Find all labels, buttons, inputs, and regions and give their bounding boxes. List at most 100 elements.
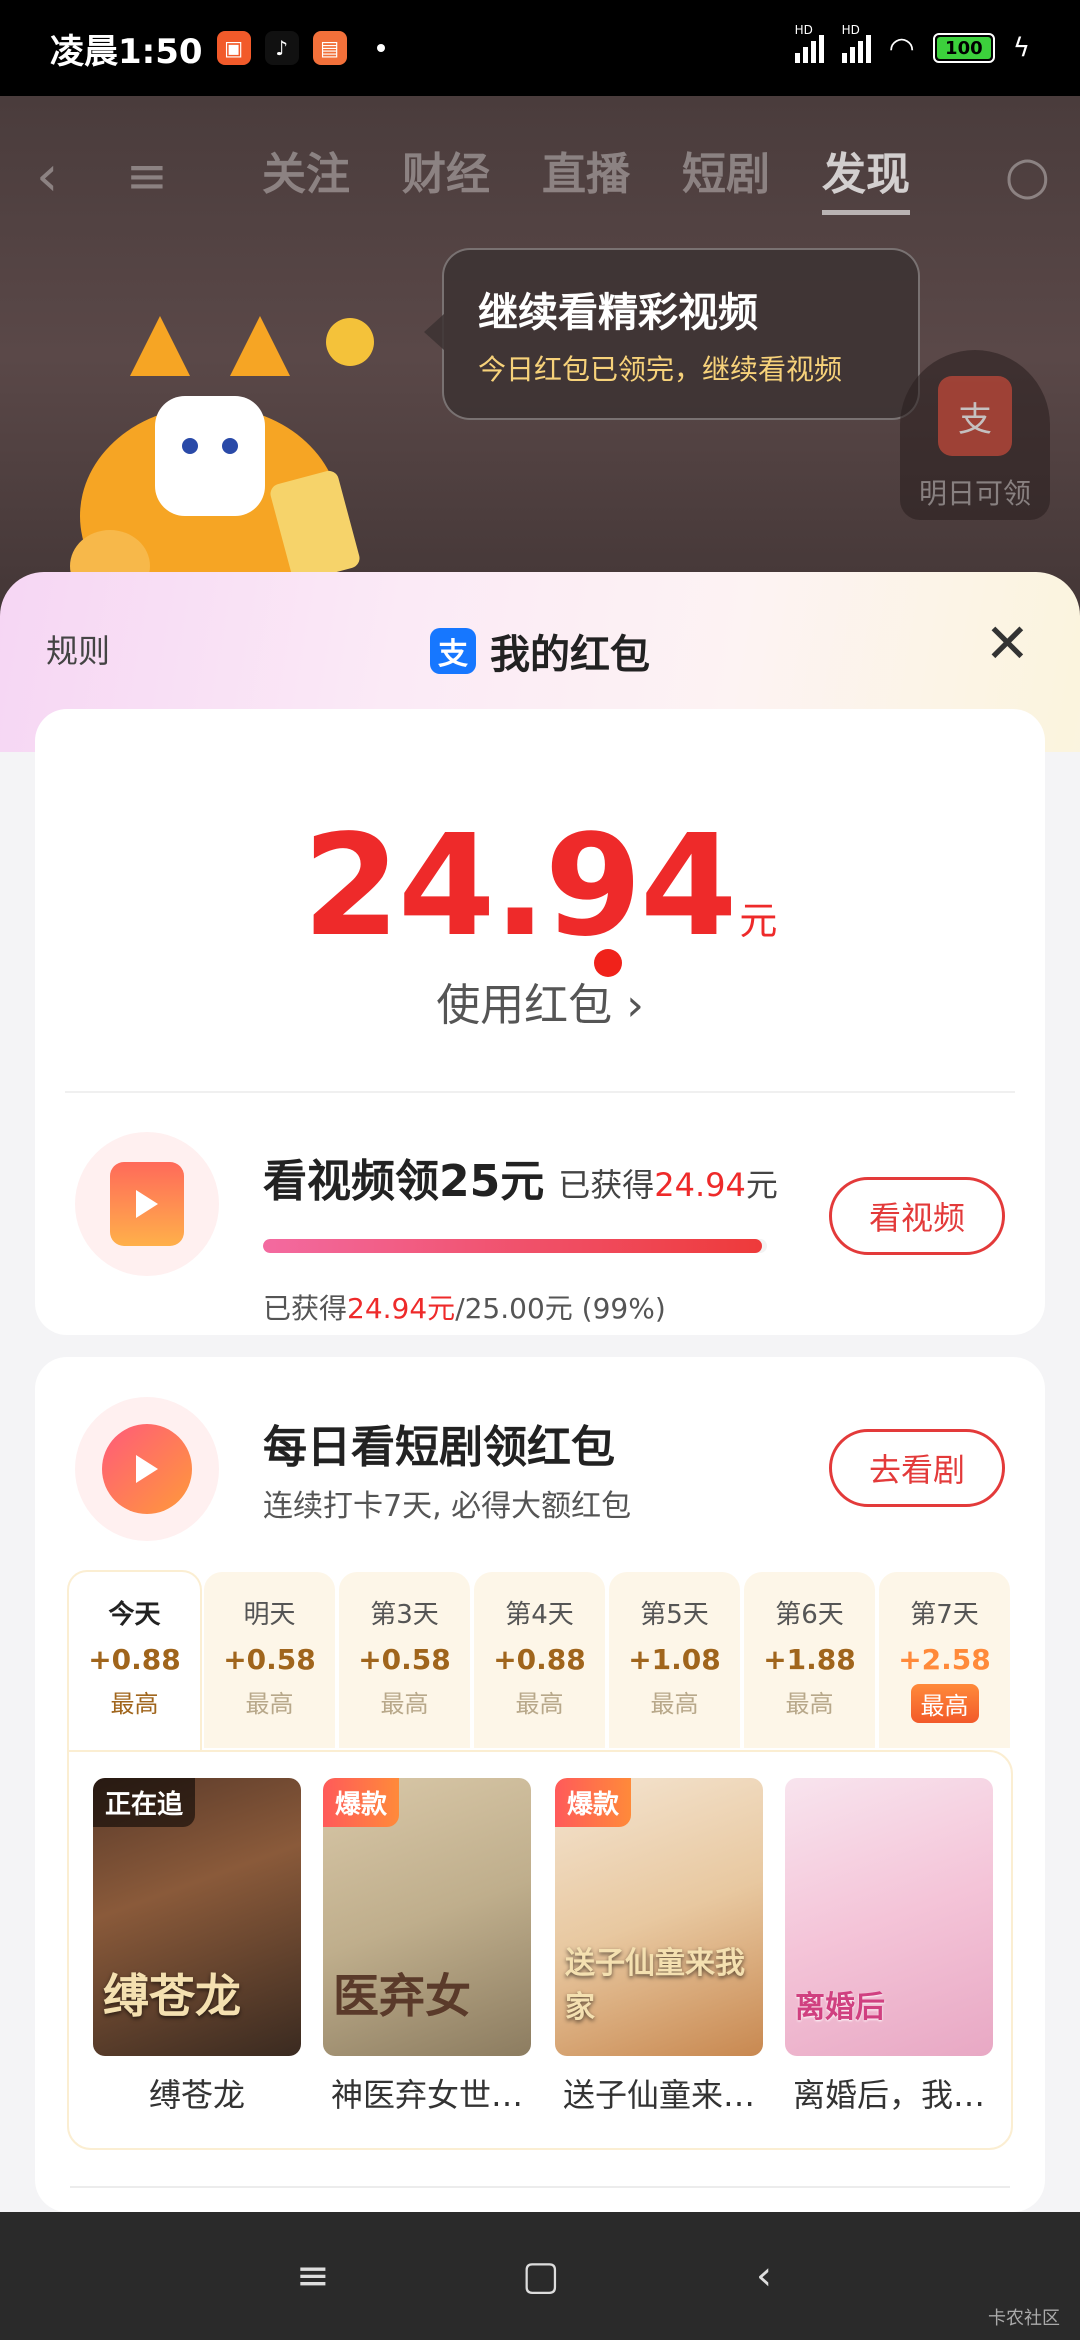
hd-label: HD xyxy=(794,23,813,37)
tab-discover[interactable]: 发现 xyxy=(822,138,910,215)
checkin-day: 第4天 +0.88 最高 xyxy=(472,1570,607,1750)
tab-finance[interactable]: 财经 xyxy=(402,138,490,215)
drama-item[interactable]: 爆款 医弃女 神医弃女世… xyxy=(323,1778,531,2116)
earned-prefix: 已获得 xyxy=(558,1166,655,1204)
day-value: +1.08 xyxy=(628,1643,721,1676)
day-label: 第6天 xyxy=(775,1600,844,1630)
video-task-icon xyxy=(75,1132,219,1276)
day-value: +0.88 xyxy=(88,1643,181,1676)
tiktok-notification-icon: ♪ xyxy=(264,31,299,65)
close-icon[interactable]: ✕ xyxy=(985,612,1030,675)
day-value: +1.88 xyxy=(763,1643,856,1676)
drama-task-card: 每日看短剧领红包 连续打卡7天, 必得大额红包 去看剧 今天 +0.88 最高 明天… xyxy=(35,1357,1045,2212)
video-task-earned: 已获得24.94元 xyxy=(558,1160,778,1206)
sheet-title-text: 我的红包 xyxy=(490,632,650,678)
checkin-day: 第5天 +1.08 最高 xyxy=(607,1570,742,1750)
poster-title: 医弃女 xyxy=(333,1969,471,2023)
day-hint: 最高 xyxy=(110,1690,159,1718)
play-circle-icon xyxy=(102,1424,192,1514)
tomorrow-label: 明日可领 xyxy=(918,477,1031,510)
battery-level: 100 xyxy=(936,37,991,59)
poster-title: 送子仙童来我家 xyxy=(565,1946,745,2025)
hot-tag: 爆款 xyxy=(323,1778,400,1827)
continue-watching-bubble: 继续看精彩视频 今日红包已领完，继续看视频 xyxy=(424,248,920,420)
day-hint: 最高 xyxy=(245,1690,294,1718)
hd-label-2: HD xyxy=(841,23,860,37)
day-label: 第5天 xyxy=(640,1600,709,1630)
poster-title: 离婚后 xyxy=(795,1990,885,2025)
day-hint: 最高 xyxy=(515,1690,564,1718)
go-watch-drama-button[interactable]: 去看剧 xyxy=(829,1429,1005,1507)
checkin-day: 第6天 +1.88 最高 xyxy=(742,1570,877,1750)
amount-unit: 元 xyxy=(739,899,778,943)
bubble-title: 继续看精彩视频 xyxy=(478,290,758,336)
drama-name: 神医弃女世… xyxy=(330,2076,523,2114)
checkin-day: 第7天 +2.58 最高 xyxy=(877,1570,1012,1750)
alipay-logo-icon: 支 xyxy=(430,628,476,674)
use-red-packet-link[interactable]: 使用红包 › xyxy=(35,949,1045,1033)
battery-icon: 100 xyxy=(932,33,995,63)
use-red-packet-label: 使用红包 xyxy=(436,980,613,1031)
status-time: 凌晨1:50 xyxy=(50,31,203,72)
background-video-page: ‹ ≡ 关注 财经 直播 短剧 发现 ○ 继续看精彩视频 今日红包已领完，继续看… xyxy=(0,96,1080,616)
day-label: 第7天 xyxy=(910,1600,979,1630)
tab-short-drama[interactable]: 短剧 xyxy=(682,138,770,215)
play-icon xyxy=(110,1162,184,1246)
balance-card: 24.94 元 使用红包 › 看视频领25元 已获得24.94元 已获得24.94… xyxy=(35,709,1045,1335)
balance-amount: 24.94 元 xyxy=(35,805,1045,968)
back-icon[interactable]: ‹ xyxy=(36,144,58,209)
top-navigation: ‹ ≡ 关注 财经 直播 短剧 发现 ○ xyxy=(0,126,1080,226)
wifi-icon: ◠ xyxy=(888,30,915,66)
drama-name: 缚苍龙 xyxy=(148,2076,245,2114)
video-task-title-text: 看视频领25元 xyxy=(263,1156,545,1207)
chevron-right-icon: › xyxy=(626,980,644,1031)
drama-poster: 爆款 送子仙童来我家 xyxy=(555,1778,763,2056)
day-label: 明天 xyxy=(243,1600,296,1630)
sub-rest: /25.00元 (99%) xyxy=(455,1292,666,1325)
bubble-subtitle: 今日红包已领完，继续看视频 xyxy=(478,353,843,386)
drama-task-subtitle: 连续打卡7天, 必得大额红包 xyxy=(263,1489,632,1524)
earned-unit: 元 xyxy=(745,1166,778,1204)
watch-video-button[interactable]: 看视频 xyxy=(829,1177,1005,1255)
day-hint: 最高 xyxy=(910,1684,979,1723)
tab-follow[interactable]: 关注 xyxy=(262,138,350,215)
drama-task-title: 每日看短剧领红包 xyxy=(263,1422,615,1473)
day-value: +0.58 xyxy=(223,1643,316,1676)
search-icon[interactable]: ○ xyxy=(1005,146,1050,206)
rules-link[interactable]: 规则 xyxy=(46,626,110,672)
recent-apps-icon[interactable]: ≡ xyxy=(296,2253,330,2299)
app-notification-icon: ▣ xyxy=(216,31,251,65)
drama-item[interactable]: 正在追 缚苍龙 缚苍龙 xyxy=(93,1778,301,2116)
tab-live[interactable]: 直播 xyxy=(542,138,630,215)
drama-item[interactable]: 离婚后 离婚后，我… xyxy=(785,1778,993,2116)
signal-icon-2: HD xyxy=(841,23,871,63)
day-value: +2.58 xyxy=(898,1643,991,1676)
checkin-day: 今天 +0.88 最高 xyxy=(67,1570,202,1750)
video-task-progress-text: 已获得24.94元/25.00元 (99%) xyxy=(263,1287,666,1327)
menu-icon[interactable]: ≡ xyxy=(126,147,168,205)
red-packet-sheet: 规则 支 我的红包 ✕ 24.94 元 使用红包 › 看视频领25元 已获得24.… xyxy=(0,572,1080,2212)
tomorrow-reward-widget[interactable]: 支 明日可领 xyxy=(900,350,1050,520)
amount-value: 24.94 xyxy=(302,805,738,968)
divider xyxy=(70,2186,1010,2188)
home-icon[interactable]: ▢ xyxy=(522,2253,560,2299)
earned-value: 24.94 xyxy=(654,1166,746,1204)
video-task-progress-bar xyxy=(263,1239,767,1253)
checkin-day: 第3天 +0.58 最高 xyxy=(337,1570,472,1750)
day-hint: 最高 xyxy=(785,1690,834,1718)
video-task-title: 看视频领25元 已获得24.94元 xyxy=(263,1145,778,1209)
charging-icon: ϟ xyxy=(1012,33,1030,63)
red-envelope-icon: 支 xyxy=(938,376,1012,456)
sheet-title: 支 我的红包 xyxy=(430,622,650,680)
hot-tag: 爆款 xyxy=(555,1778,632,1827)
drama-item[interactable]: 爆款 送子仙童来我家 送子仙童来… xyxy=(555,1778,763,2116)
day-label: 今天 xyxy=(108,1600,161,1630)
tab-bar: 关注 财经 直播 短剧 发现 xyxy=(262,138,910,215)
back-nav-icon[interactable]: ‹ xyxy=(756,2253,772,2299)
day-label: 第4天 xyxy=(505,1600,574,1630)
drama-list: 正在追 缚苍龙 缚苍龙 爆款 医弃女 神医弃女世… 爆款 送子仙童来我家 送子仙… xyxy=(67,1750,1013,2150)
day-hint: 最高 xyxy=(380,1690,429,1718)
poster-title: 缚苍龙 xyxy=(103,1969,241,2023)
checkin-day: 明天 +0.58 最高 xyxy=(202,1570,337,1750)
system-navigation-bar: ≡ ▢ ‹ 卡农社区 xyxy=(0,2212,1080,2340)
